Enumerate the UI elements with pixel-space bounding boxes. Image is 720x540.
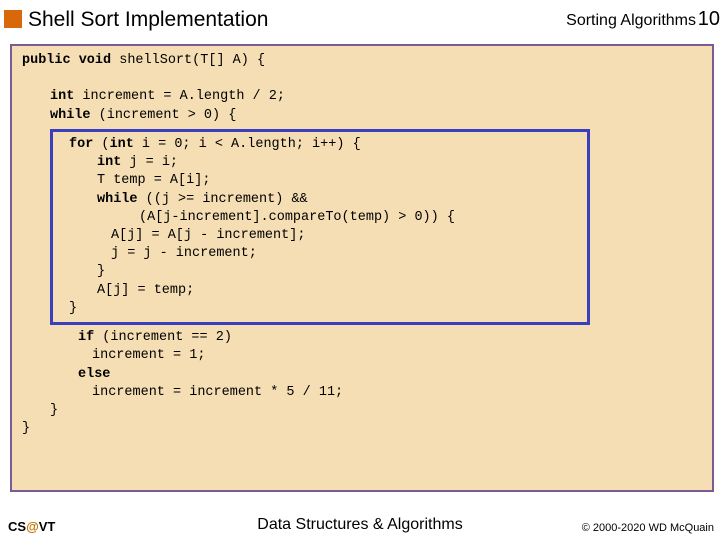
- highlighted-code-block: for (int i = 0; i < A.length; i++) { int…: [50, 129, 590, 325]
- code-text: }: [22, 420, 702, 438]
- code-text: increment = A.length / 2;: [74, 89, 285, 104]
- code-block: public void shellSort(T[] A) { int incre…: [10, 44, 714, 492]
- code-text: }: [69, 300, 579, 318]
- code-text: (increment > 0) {: [91, 108, 237, 123]
- code-text: }: [22, 402, 702, 420]
- footer-copyright: © 2000-2020 WD McQuain: [582, 522, 714, 534]
- code-text: increment = 1;: [22, 347, 702, 365]
- footer: CS@VT Data Structures & Algorithms © 200…: [0, 514, 720, 534]
- accent-square-icon: [4, 10, 22, 28]
- code-text: (A[j-increment].compareTo(temp) > 0)) {: [69, 209, 579, 227]
- code-text: i = 0; i < A.length; i++) {: [134, 137, 361, 152]
- keyword: if: [78, 330, 94, 345]
- keyword: int: [97, 155, 121, 170]
- code-text: A[j] = A[j - increment];: [69, 227, 579, 245]
- keyword: while: [50, 108, 91, 123]
- code-text: j = j - increment;: [69, 245, 579, 263]
- keyword: for: [69, 137, 93, 152]
- code-text: j = i;: [121, 155, 178, 170]
- code-text: (increment == 2): [94, 330, 232, 345]
- page-title: Shell Sort Implementation: [28, 8, 268, 32]
- code-text: }: [69, 263, 579, 281]
- code-text: A[j] = temp;: [69, 282, 579, 300]
- page-number: 10: [698, 8, 720, 31]
- code-text: ((j >= increment) &&: [138, 192, 308, 207]
- keyword: int: [110, 137, 134, 152]
- code-text: (: [93, 137, 109, 152]
- keyword: else: [78, 367, 110, 382]
- code-text: T temp = A[i];: [69, 172, 579, 190]
- code-text: shellSort(T[] A) {: [111, 53, 265, 68]
- keyword: while: [97, 192, 138, 207]
- header: Shell Sort Implementation Sorting Algori…: [0, 6, 720, 34]
- category-label: Sorting Algorithms: [566, 12, 696, 30]
- keyword: public void: [22, 53, 111, 68]
- code-text: increment = increment * 5 / 11;: [22, 384, 702, 402]
- keyword: int: [50, 89, 74, 104]
